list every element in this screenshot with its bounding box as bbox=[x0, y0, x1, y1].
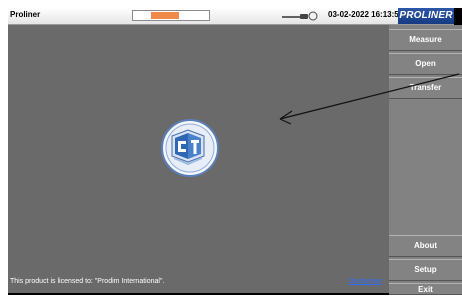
ct-logo-icon bbox=[161, 119, 219, 177]
open-button[interactable]: Open bbox=[389, 53, 462, 75]
sensor-cable-icon bbox=[282, 11, 318, 21]
disclaimer-link[interactable]: Disclaimer bbox=[349, 278, 382, 285]
exit-button[interactable]: Exit bbox=[389, 283, 462, 295]
about-button[interactable]: About bbox=[389, 235, 462, 257]
measure-button[interactable]: Measure bbox=[389, 29, 462, 51]
app-window: Proliner 03-02-2022 16:13:50 PROLINER Th… bbox=[8, 8, 462, 295]
proliner-logo: PROLINER bbox=[398, 8, 454, 24]
status-indicator bbox=[132, 10, 210, 21]
transfer-button[interactable]: Transfer bbox=[389, 77, 462, 99]
license-text: This product is licensed to: "Prodim Int… bbox=[10, 278, 165, 285]
app-title: Proliner bbox=[10, 10, 41, 19]
sidebar: Measure Open Transfer About Setup Exit bbox=[389, 25, 462, 295]
setup-button[interactable]: Setup bbox=[389, 259, 462, 281]
datetime-display: 03-02-2022 16:13:50 bbox=[328, 10, 404, 19]
main-workspace: This product is licensed to: "Prodim Int… bbox=[8, 25, 389, 293]
title-bar: Proliner 03-02-2022 16:13:50 PROLINER bbox=[8, 8, 454, 25]
status-indicator-fill bbox=[151, 12, 179, 19]
